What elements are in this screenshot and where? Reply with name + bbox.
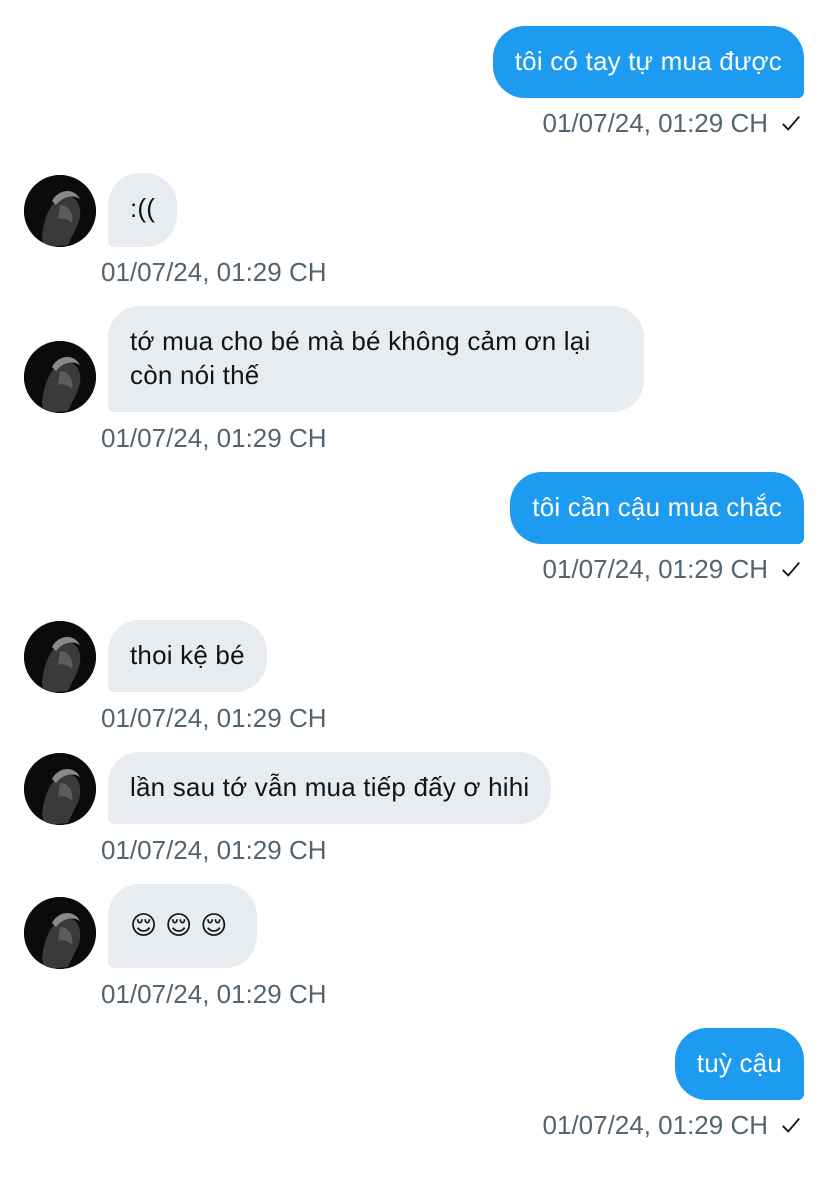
checkmark-icon bbox=[782, 1117, 800, 1133]
message-bubble-incoming[interactable]: thoi kệ bé bbox=[108, 620, 267, 692]
message-bubble-outgoing[interactable]: tôi có tay tự mua được bbox=[492, 26, 804, 98]
message-bubble-incoming[interactable]: :(( bbox=[108, 173, 178, 247]
message-bubble-outgoing[interactable]: tuỳ cậu bbox=[674, 1028, 804, 1100]
message-bubble-incoming[interactable]: 😌😌😌 bbox=[108, 884, 258, 968]
checkmark-icon bbox=[782, 115, 800, 131]
avatar-image bbox=[24, 341, 96, 413]
message-meta: 01/07/24, 01:29 CH bbox=[543, 108, 803, 138]
message-meta: 01/07/24, 01:29 CH bbox=[543, 554, 803, 584]
message-timestamp: 01/07/24, 01:29 CH bbox=[101, 423, 327, 453]
avatar[interactable] bbox=[24, 175, 96, 247]
message-meta: 01/07/24, 01:29 CH bbox=[543, 1110, 803, 1140]
avatar-image bbox=[24, 175, 96, 247]
message-timestamp: 01/07/24, 01:29 CH bbox=[101, 703, 327, 733]
message-bubble-incoming[interactable]: tớ mua cho bé mà bé không cảm ơn lại còn… bbox=[108, 306, 644, 412]
avatar-image bbox=[24, 897, 96, 969]
message-timestamp: 01/07/24, 01:29 CH bbox=[101, 835, 327, 865]
message-timestamp: 01/07/24, 01:29 CH bbox=[542, 554, 769, 584]
message-timestamp: 01/07/24, 01:29 CH bbox=[542, 1110, 769, 1140]
avatar[interactable] bbox=[24, 753, 96, 825]
avatar[interactable] bbox=[24, 621, 96, 693]
message-timestamp: 01/07/24, 01:29 CH bbox=[542, 108, 769, 138]
message-timestamp: 01/07/24, 01:29 CH bbox=[101, 979, 327, 1009]
message-bubble-incoming[interactable]: lần sau tớ vẫn mua tiếp đấy ơ hihi bbox=[108, 752, 552, 824]
message-timestamp: 01/07/24, 01:29 CH bbox=[101, 257, 327, 287]
checkmark-icon bbox=[782, 561, 800, 577]
message-bubble-outgoing[interactable]: tôi cần cậu mua chắc bbox=[510, 472, 804, 544]
avatar-image bbox=[24, 621, 96, 693]
avatar-image bbox=[24, 753, 96, 825]
avatar[interactable] bbox=[24, 341, 96, 413]
avatar[interactable] bbox=[24, 897, 96, 969]
